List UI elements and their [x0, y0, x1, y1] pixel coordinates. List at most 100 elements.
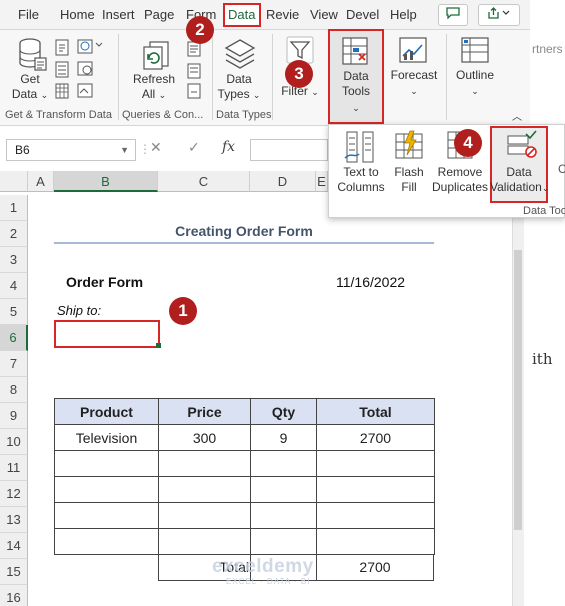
cell-total[interactable]: [316, 476, 435, 503]
tab-file[interactable]: File: [18, 6, 39, 24]
cell-total[interactable]: [316, 450, 435, 477]
column-header-e[interactable]: E: [316, 171, 328, 192]
row-header-11[interactable]: 11: [0, 455, 28, 481]
cell-price[interactable]: [158, 502, 251, 529]
cell-price[interactable]: 300: [158, 424, 251, 451]
get-data-button[interactable]: Get Data ⌄: [10, 72, 50, 103]
order-form-label: Order Form: [66, 274, 144, 290]
cell-total[interactable]: [316, 528, 435, 555]
cell-product[interactable]: [54, 502, 159, 529]
remove-duplicates-button[interactable]: Remove Duplicates: [430, 165, 490, 195]
row-header-6[interactable]: 6: [0, 325, 28, 351]
fill-handle[interactable]: [156, 343, 161, 348]
group-data-types: Data Types: [216, 109, 272, 121]
select-all-corner[interactable]: [0, 171, 28, 192]
order-table: Product Price Qty Total Television 300 9…: [54, 398, 435, 555]
data-types-button[interactable]: Data Types ⌄: [214, 72, 264, 103]
cell-qty[interactable]: 9: [250, 424, 317, 451]
data-types-icon: [224, 39, 256, 69]
cell-price[interactable]: [158, 450, 251, 477]
column-header-d[interactable]: D: [250, 171, 316, 192]
cell-qty[interactable]: [250, 528, 317, 555]
tab-developer[interactable]: Devel: [346, 6, 379, 24]
row-header-1[interactable]: 1: [0, 195, 28, 221]
row-header-13[interactable]: 13: [0, 507, 28, 533]
column-header-b[interactable]: B: [54, 171, 158, 192]
cell-total[interactable]: [316, 502, 435, 529]
tab-data[interactable]: Data: [228, 6, 255, 24]
share-icon: [488, 7, 510, 19]
group-get-transform: Get & Transform Data: [5, 109, 112, 121]
row-header-2[interactable]: 2: [0, 221, 28, 247]
data-tools-button[interactable]: Data Tools ⌄: [328, 29, 384, 124]
text-to-columns-icon: [344, 131, 374, 163]
tab-help[interactable]: Help: [390, 6, 417, 24]
forecast-button[interactable]: Forecast: [386, 68, 442, 83]
row-header-3[interactable]: 3: [0, 247, 28, 273]
side-text: ith: [532, 350, 553, 368]
order-date: 11/16/2022: [336, 274, 406, 290]
data-tools-icon: [342, 37, 368, 65]
row-header-9[interactable]: 9: [0, 403, 28, 429]
row-header-12[interactable]: 12: [0, 481, 28, 507]
data-types-label: Data Types: [217, 72, 252, 101]
table-row: [54, 450, 435, 477]
cell-product[interactable]: [54, 476, 159, 503]
row-header-14[interactable]: 14: [0, 533, 28, 559]
flash-fill-button[interactable]: Flash Fill: [392, 165, 426, 195]
enter-icon[interactable]: ✓: [188, 139, 200, 156]
cell-price[interactable]: [158, 476, 251, 503]
get-data-label: Get Data: [11, 72, 40, 101]
queries-small-icons: [187, 41, 201, 99]
cancel-icon[interactable]: ✕: [150, 139, 162, 156]
row-header-15[interactable]: 15: [0, 559, 28, 585]
ship-to-input-cell[interactable]: [54, 320, 160, 348]
cell-product[interactable]: [54, 528, 159, 555]
group-queries: Queries & Con...: [122, 109, 204, 121]
name-box[interactable]: B6 ▼: [6, 139, 136, 161]
cell-price[interactable]: [158, 528, 251, 555]
cell-qty[interactable]: [250, 502, 317, 529]
formula-input[interactable]: [250, 139, 328, 161]
refresh-all-button[interactable]: Refresh All ⌄: [130, 72, 178, 103]
tab-page-layout[interactable]: Page: [144, 6, 174, 24]
scrollbar-thumb[interactable]: [514, 250, 522, 530]
cell-total[interactable]: 2700: [316, 424, 435, 451]
outline-button[interactable]: Outline: [448, 68, 502, 83]
grand-total-value[interactable]: 2700: [317, 559, 433, 575]
cell-product[interactable]: [54, 450, 159, 477]
row-header-5[interactable]: 5: [0, 299, 28, 325]
tab-home[interactable]: Home: [60, 6, 95, 24]
table-row: [54, 528, 435, 555]
collapse-ribbon-icon[interactable]: ︿: [510, 110, 524, 125]
ship-to-label: Ship to:: [57, 303, 102, 318]
row-header-4[interactable]: 4: [0, 273, 28, 299]
insert-function-icon[interactable]: fx: [222, 139, 235, 155]
text-to-columns-button[interactable]: Text to Columns: [334, 165, 388, 195]
share-button[interactable]: [478, 4, 520, 26]
table-row: Television 300 9 2700: [54, 424, 435, 451]
cell-qty[interactable]: [250, 476, 317, 503]
comments-button[interactable]: [438, 4, 468, 26]
header-price: Price: [158, 398, 251, 425]
data-validation-icon: [507, 130, 537, 158]
table-header-row: Product Price Qty Total: [54, 398, 435, 425]
get-data-small-icons: [55, 39, 103, 99]
row-header-8[interactable]: 8: [0, 377, 28, 403]
column-header-c[interactable]: C: [158, 171, 250, 192]
tab-view[interactable]: View: [310, 6, 338, 24]
tab-review[interactable]: Revie: [266, 6, 299, 24]
row-header-16[interactable]: 16: [0, 585, 28, 606]
header-total: Total: [316, 398, 435, 425]
row-header-10[interactable]: 10: [0, 429, 28, 455]
cell-product[interactable]: Television: [54, 424, 159, 451]
row-header-7[interactable]: 7: [0, 351, 28, 377]
data-tools-label: Data Tools: [341, 69, 370, 98]
data-validation-button[interactable]: Data Validation⌄: [490, 165, 549, 196]
cell-qty[interactable]: [250, 450, 317, 477]
outline-chevron-icon: ⌄: [471, 86, 479, 96]
table-row: [54, 502, 435, 529]
column-header-a[interactable]: A: [28, 171, 54, 192]
tab-insert[interactable]: Insert: [102, 6, 135, 24]
data-validation-label: Data Validation: [490, 165, 542, 194]
